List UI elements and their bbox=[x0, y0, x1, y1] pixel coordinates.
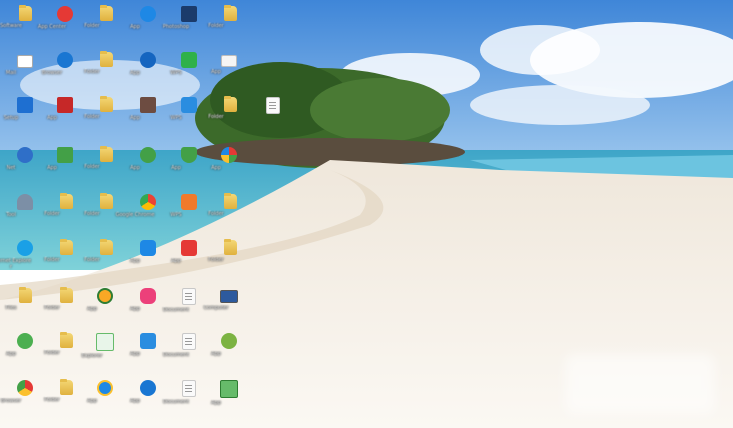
app-icon bbox=[97, 288, 113, 304]
desktop-icon[interactable]: Document bbox=[155, 288, 197, 328]
desktop-icon[interactable]: Browser bbox=[31, 52, 73, 92]
desktop-icon[interactable]: Folder bbox=[195, 193, 237, 234]
desktop-icon[interactable]: Mail bbox=[0, 55, 33, 95]
desktop-icon[interactable]: Google Chrome bbox=[114, 194, 156, 234]
folder-icon bbox=[18, 287, 32, 303]
desktop-icon[interactable]: App bbox=[114, 52, 156, 92]
app-icon bbox=[140, 6, 156, 22]
app-icon bbox=[221, 333, 237, 349]
folder-icon bbox=[99, 239, 113, 255]
blurred-watermark bbox=[565, 354, 715, 414]
chrome-icon bbox=[140, 194, 156, 210]
folder-icon bbox=[99, 193, 113, 209]
desktop-icon[interactable]: WPS bbox=[155, 97, 197, 137]
desktop-icon[interactable]: Folder bbox=[71, 5, 113, 46]
folder-icon bbox=[18, 5, 32, 21]
desktop-icon[interactable]: Folder bbox=[195, 96, 237, 137]
app-icon bbox=[220, 380, 238, 398]
desktop-icon[interactable]: App bbox=[155, 147, 197, 187]
desktop[interactable]: Software Mail Setup Net Tool Internet Ex… bbox=[0, 0, 733, 428]
desktop-icon[interactable]: Document bbox=[155, 380, 197, 420]
desktop-icon[interactable]: Folder bbox=[71, 239, 113, 280]
desktop-icon[interactable]: Folder bbox=[31, 379, 73, 420]
desktop-icon[interactable]: App bbox=[114, 97, 156, 137]
desktop-icon[interactable]: App bbox=[114, 240, 156, 280]
monitor-icon bbox=[220, 290, 238, 303]
app-icon bbox=[140, 52, 156, 68]
desktop-icon[interactable]: App bbox=[0, 333, 33, 373]
desktop-icon[interactable]: App bbox=[114, 6, 156, 46]
desktop-icon[interactable]: Folder bbox=[195, 5, 237, 46]
folder-icon bbox=[99, 96, 113, 112]
desktop-icon[interactable]: Folder bbox=[31, 287, 73, 328]
app-icon bbox=[140, 380, 156, 396]
desktop-icon[interactable]: App bbox=[31, 97, 73, 137]
desktop-icon[interactable]: Software bbox=[0, 5, 32, 46]
desktop-icon[interactable]: Folder bbox=[31, 239, 73, 280]
desktop-icon[interactable]: Folder bbox=[31, 193, 73, 234]
desktop-icon[interactable]: Folder bbox=[71, 96, 113, 137]
desktop-icon[interactable]: App bbox=[195, 147, 237, 187]
desktop-icon[interactable]: Setup bbox=[0, 97, 33, 137]
folder-icon bbox=[99, 146, 113, 162]
desktop-icon[interactable]: Tool bbox=[0, 194, 33, 234]
doc-icon bbox=[182, 288, 196, 305]
app-icon bbox=[140, 240, 156, 256]
app-icon bbox=[96, 333, 114, 351]
desktop-icon[interactable]: Photoshop bbox=[155, 6, 197, 46]
desktop-icon[interactable]: Folder bbox=[71, 146, 113, 187]
desktop-icon[interactable]: Explorer bbox=[71, 333, 114, 373]
folder-icon bbox=[99, 51, 113, 67]
doc-icon bbox=[266, 97, 280, 114]
desktop-icon[interactable]: App bbox=[195, 333, 237, 373]
desktop-icon[interactable]: App bbox=[195, 380, 238, 420]
desktop-icon[interactable]: Internet Explorer bbox=[0, 240, 33, 280]
folder-icon bbox=[223, 193, 237, 209]
doc-icon bbox=[182, 380, 196, 397]
desktop-icon[interactable]: App bbox=[114, 288, 156, 328]
app-icon bbox=[221, 55, 237, 67]
app-icon bbox=[140, 97, 156, 113]
desktop-icon[interactable]: App bbox=[114, 147, 156, 187]
desktop-icon[interactable]: App bbox=[114, 380, 156, 420]
folder-icon bbox=[223, 96, 237, 112]
desktop-icon[interactable]: Net bbox=[0, 147, 33, 187]
app-icon bbox=[140, 333, 156, 349]
app-icon bbox=[140, 288, 156, 304]
desktop-icon[interactable]: WPS bbox=[155, 52, 197, 92]
desktop-icon[interactable]: WPS bbox=[155, 194, 197, 234]
doc-icon bbox=[182, 333, 196, 350]
app-icon bbox=[221, 147, 237, 163]
desktop-icon[interactable]: App bbox=[114, 333, 156, 373]
folder-icon bbox=[99, 5, 113, 21]
desktop-icon[interactable] bbox=[238, 97, 280, 137]
desktop-icon[interactable]: App Center bbox=[31, 6, 73, 46]
desktop-icon[interactable]: Folder bbox=[71, 193, 113, 234]
desktop-icon[interactable]: Folder bbox=[71, 51, 113, 92]
desktop-icon[interactable]: Browser bbox=[0, 380, 33, 420]
desktop-icon[interactable]: App bbox=[195, 52, 237, 92]
desktop-icon[interactable]: Folder bbox=[195, 239, 237, 280]
folder-icon bbox=[223, 239, 237, 255]
app-icon bbox=[97, 380, 113, 396]
desktop-icon[interactable]: Computer bbox=[195, 288, 238, 328]
desktop-icon[interactable]: App bbox=[155, 240, 197, 280]
desktop-icon[interactable]: App bbox=[31, 147, 73, 187]
folder-icon bbox=[223, 5, 237, 21]
desktop-icon[interactable]: Files bbox=[0, 287, 32, 328]
desktop-icon[interactable]: Folder bbox=[31, 332, 73, 373]
app-icon bbox=[140, 147, 156, 163]
desktop-icon[interactable]: App bbox=[71, 288, 113, 328]
desktop-icon[interactable]: App bbox=[71, 380, 113, 420]
desktop-icon[interactable]: Document bbox=[155, 333, 197, 373]
